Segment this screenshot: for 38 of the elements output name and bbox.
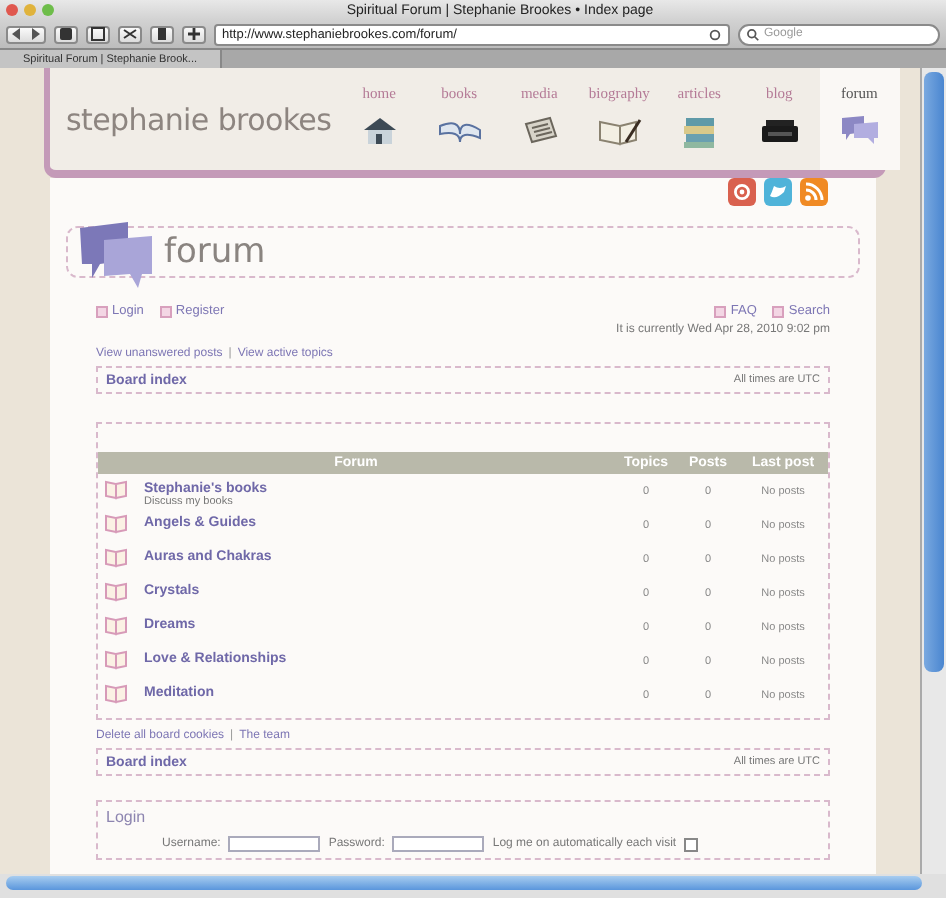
vertical-scrollbar[interactable] xyxy=(920,68,946,874)
toolbar-icon[interactable] xyxy=(86,25,110,43)
forum-book-icon xyxy=(104,684,128,704)
house-icon xyxy=(359,114,400,146)
forum-book-icon xyxy=(104,480,128,500)
forum-book-icon xyxy=(104,548,128,568)
add-bookmark-button[interactable] xyxy=(182,25,206,43)
newspaper-icon xyxy=(519,114,560,146)
forum-book-icon xyxy=(104,650,128,670)
link-icon xyxy=(96,305,108,317)
forum-book-icon xyxy=(104,514,128,534)
toolbar-icon[interactable] xyxy=(150,25,174,43)
link-icon xyxy=(714,305,727,317)
rss-icon[interactable] xyxy=(800,178,828,206)
banner-title: forum xyxy=(164,232,266,272)
search-icon xyxy=(746,27,760,41)
back-forward-button[interactable] xyxy=(6,25,46,43)
horizontal-scrollbar[interactable] xyxy=(0,874,946,898)
remember-checkbox[interactable] xyxy=(684,837,699,851)
speech-bubbles-icon xyxy=(76,220,156,292)
speech-bubbles-icon xyxy=(839,114,880,146)
link-icon xyxy=(772,305,785,317)
username-field[interactable] xyxy=(228,836,321,852)
zoom-button[interactable] xyxy=(42,4,54,16)
forum-book-icon xyxy=(104,582,128,602)
toolbar-icon[interactable] xyxy=(118,25,142,43)
login-title: Login xyxy=(106,808,146,826)
book-stack-icon xyxy=(679,114,720,150)
twitter-bird-icon[interactable] xyxy=(764,178,792,206)
reload-icon[interactable] xyxy=(708,27,722,41)
forum-book-icon xyxy=(104,616,128,636)
password-field[interactable] xyxy=(392,836,485,852)
close-button[interactable] xyxy=(6,4,18,16)
site-logo[interactable]: stephanie brookes xyxy=(50,101,332,137)
toolbar-icon[interactable] xyxy=(54,25,78,43)
link-icon xyxy=(159,305,172,317)
notebook-pen-icon xyxy=(595,114,644,146)
typewriter-icon xyxy=(759,114,800,146)
